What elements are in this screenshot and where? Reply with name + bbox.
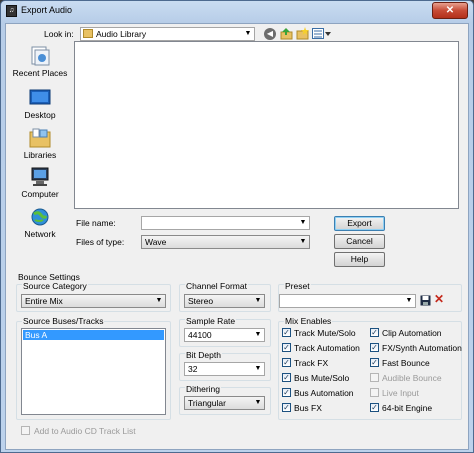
mix-enable-label: Audible Bounce xyxy=(382,373,442,383)
chevron-down-icon: ▼ xyxy=(254,331,262,338)
mix-enable-label: Live Input xyxy=(382,388,419,398)
network-icon xyxy=(29,207,51,227)
source-category-dropdown[interactable]: Entire Mix ▼ xyxy=(21,294,166,308)
export-button[interactable]: Export xyxy=(334,216,385,231)
list-item[interactable]: Bus A xyxy=(23,330,164,340)
mix-enable-checkbox[interactable]: ✓ xyxy=(282,373,291,382)
mix-enable-checkbox[interactable]: ✓ xyxy=(370,343,379,352)
preset-label: Preset xyxy=(284,281,311,291)
mix-enable-label: Track FX xyxy=(294,358,329,368)
chevron-down-icon: ▼ xyxy=(155,297,163,304)
recent-places-label: Recent Places xyxy=(12,68,68,78)
places-network[interactable]: Network xyxy=(10,207,70,239)
look-in-value: Audio Library xyxy=(96,29,147,39)
view-menu-icon[interactable] xyxy=(312,27,332,40)
look-in-label: Look in: xyxy=(44,29,74,39)
computer-icon xyxy=(29,167,51,187)
mix-enable-checkbox[interactable]: ✓ xyxy=(370,403,379,412)
file-name-field[interactable]: ▼ xyxy=(141,216,310,230)
desktop-label: Desktop xyxy=(24,110,56,120)
source-category-label: Source Category xyxy=(22,281,88,291)
file-type-label: Files of type: xyxy=(76,237,125,247)
file-type-value: Wave xyxy=(145,237,167,247)
source-category-value: Entire Mix xyxy=(25,296,63,306)
bit-depth-label: Bit Depth xyxy=(185,350,222,360)
help-button[interactable]: Help xyxy=(334,252,385,267)
channel-format-label: Channel Format xyxy=(185,281,248,291)
recent-places-icon xyxy=(29,46,51,66)
app-icon: ♫ xyxy=(6,5,17,17)
preset-dropdown[interactable]: ▼ xyxy=(279,294,416,308)
sample-rate-dropdown[interactable]: 44100 ▼ xyxy=(184,328,265,342)
channel-format-dropdown[interactable]: Stereo ▼ xyxy=(184,294,265,308)
mix-enable-checkbox[interactable] xyxy=(370,388,379,397)
up-folder-icon[interactable] xyxy=(280,27,293,40)
export-audio-window: ♫ Export Audio ✕ Look in: Audio Library … xyxy=(0,0,474,453)
dialog-body: Look in: Audio Library ▼ ◀ Recent Places xyxy=(5,23,469,450)
places-desktop[interactable]: Desktop xyxy=(10,88,70,120)
title-bar[interactable]: ♫ Export Audio ✕ xyxy=(1,1,473,23)
dithering-value: Triangular xyxy=(188,398,226,408)
sample-rate-value: 44100 xyxy=(188,330,212,340)
mix-enable-checkbox[interactable]: ✓ xyxy=(370,358,379,367)
channel-format-value: Stereo xyxy=(188,296,214,306)
close-button[interactable]: ✕ xyxy=(432,2,468,19)
mix-enable-label: Bus Automation xyxy=(294,388,354,398)
chevron-down-icon: ▼ xyxy=(244,30,252,37)
mix-enable-label: Track Mute/Solo xyxy=(294,328,356,338)
chevron-down-icon: ▼ xyxy=(254,399,262,406)
delete-preset-icon[interactable]: ✕ xyxy=(434,293,446,305)
look-in-dropdown[interactable]: Audio Library ▼ xyxy=(80,27,255,41)
folder-icon xyxy=(83,29,93,38)
chevron-down-icon: ▼ xyxy=(299,219,307,226)
mix-enable-checkbox[interactable]: ✓ xyxy=(282,388,291,397)
mix-enable-checkbox[interactable]: ✓ xyxy=(370,328,379,337)
bit-depth-value: 32 xyxy=(188,364,198,374)
mix-enable-label: Fast Bounce xyxy=(382,358,430,368)
add-to-cd-label: Add to Audio CD Track List xyxy=(34,426,136,436)
mix-enable-checkbox[interactable]: ✓ xyxy=(282,343,291,352)
mix-enable-label: 64-bit Engine xyxy=(382,403,433,413)
mix-enable-checkbox[interactable]: ✓ xyxy=(282,328,291,337)
mix-enable-label: Bus FX xyxy=(294,403,322,413)
mix-enable-checkbox[interactable]: ✓ xyxy=(282,403,291,412)
mix-enables-label: Mix Enables xyxy=(284,316,333,326)
mix-enable-label: FX/Synth Automation xyxy=(382,343,462,353)
dithering-label: Dithering xyxy=(185,384,222,394)
mix-enable-label: Clip Automation xyxy=(382,328,442,338)
mix-enable-checkbox[interactable] xyxy=(370,373,379,382)
chevron-down-icon: ▼ xyxy=(254,365,262,372)
sample-rate-label: Sample Rate xyxy=(185,316,237,326)
chevron-down-icon: ▼ xyxy=(254,297,262,304)
network-label: Network xyxy=(24,229,56,239)
file-list[interactable] xyxy=(74,41,459,209)
chevron-down-icon: ▼ xyxy=(405,297,413,304)
bit-depth-dropdown[interactable]: 32 ▼ xyxy=(184,362,265,376)
libraries-label: Libraries xyxy=(23,150,57,160)
chevron-down-icon: ▼ xyxy=(299,238,307,245)
cancel-button[interactable]: Cancel xyxy=(334,234,385,249)
mix-enable-checkbox[interactable]: ✓ xyxy=(282,358,291,367)
places-recent[interactable]: Recent Places xyxy=(10,46,70,78)
computer-label: Computer xyxy=(21,189,59,199)
places-computer[interactable]: Computer xyxy=(10,167,70,199)
source-buses-label: Source Buses/Tracks xyxy=(22,316,105,326)
save-preset-icon[interactable] xyxy=(420,295,431,306)
file-type-dropdown[interactable]: Wave ▼ xyxy=(141,235,310,249)
places-libraries[interactable]: Libraries xyxy=(10,128,70,160)
mix-enable-label: Track Automation xyxy=(294,343,360,353)
back-icon[interactable]: ◀ xyxy=(264,28,276,40)
file-name-label: File name: xyxy=(76,218,116,228)
window-title: Export Audio xyxy=(21,5,73,15)
dithering-dropdown[interactable]: Triangular ▼ xyxy=(184,396,265,410)
libraries-icon xyxy=(29,128,51,148)
new-folder-icon[interactable] xyxy=(296,27,309,40)
desktop-icon xyxy=(29,88,51,108)
mix-enable-label: Bus Mute/Solo xyxy=(294,373,350,383)
source-buses-list[interactable]: Bus A xyxy=(21,328,166,415)
add-to-cd-checkbox[interactable] xyxy=(21,426,30,435)
